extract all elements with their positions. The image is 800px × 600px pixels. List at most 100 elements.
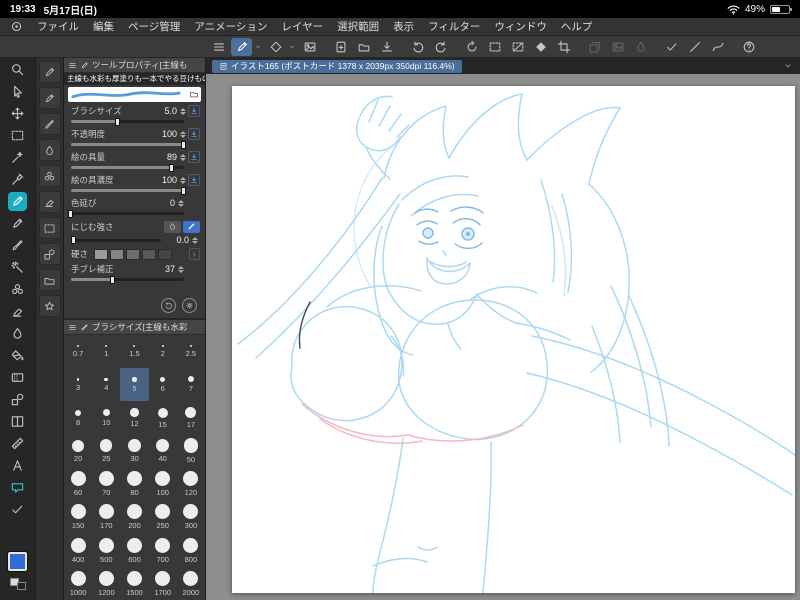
prop-slider-paint-density[interactable] [71,186,186,195]
fill-selection-button[interactable] [530,38,551,56]
brush-size-2000[interactable]: 2000 [177,567,205,600]
main-menu-button[interactable] [208,38,229,56]
brush-size-8[interactable]: 8 [64,401,92,434]
chevron-down-icon[interactable] [288,38,297,56]
new-canvas-button[interactable] [330,38,351,56]
prop-slider-brush-size[interactable] [71,117,184,126]
blur-off-toggle[interactable] [164,220,181,233]
brush-tool[interactable] [0,234,36,256]
prop-value[interactable]: 5.0 [153,106,177,116]
auto-select-tool[interactable] [0,146,36,168]
brush-size-1700[interactable]: 1700 [149,567,177,600]
brush-size-60[interactable]: 60 [64,468,92,501]
brush-size-4[interactable]: 4 [92,368,120,401]
eraser-tool[interactable] [0,300,36,322]
brush-size-250[interactable]: 250 [149,501,177,534]
undo-button[interactable] [407,38,428,56]
brush-size-200[interactable]: 200 [120,501,148,534]
brush-size-30[interactable]: 30 [120,434,148,467]
line-correct-button[interactable] [661,38,682,56]
prop-slider-paint-amount[interactable] [71,163,184,172]
menu-item-edit[interactable]: 編集 [93,19,114,34]
brush-size-7[interactable]: 7 [177,368,205,401]
balloon-tool[interactable] [0,476,36,498]
move-layer-tool[interactable] [0,102,36,124]
brush-size-5[interactable]: 5 [120,368,149,402]
menu-item-animation[interactable]: アニメーション [194,19,267,34]
menu-item-layer[interactable]: レイヤー [281,19,323,34]
prop-value[interactable]: 89 [153,152,177,162]
straight-line-button[interactable] [684,38,705,56]
main-color-swatch[interactable] [8,552,27,571]
brush-size-100[interactable]: 100 [149,468,177,501]
param-link-icon[interactable] [188,174,200,186]
menu-item-window[interactable]: ウィンドウ [494,19,547,34]
brush-size-700[interactable]: 700 [149,534,177,567]
canvas[interactable] [232,86,795,593]
stepper[interactable] [180,153,186,161]
param-link-icon[interactable] [188,128,200,140]
brush-size-600[interactable]: 600 [120,534,148,567]
subtool-select[interactable] [38,217,61,239]
brush-size-25[interactable]: 25 [92,434,120,467]
brush-size-20[interactable]: 20 [64,434,92,467]
brush-size-80[interactable]: 80 [120,468,148,501]
frame-border-tool[interactable] [0,410,36,432]
subtool-star[interactable] [38,295,61,317]
brush-size-400[interactable]: 400 [64,534,92,567]
stepper[interactable] [178,265,184,273]
zoom-tool[interactable] [0,58,36,80]
brush-tool-button[interactable] [231,37,252,56]
subtool-pen-a[interactable] [38,61,61,83]
brush-size-300[interactable]: 300 [177,501,205,534]
brush-size-12[interactable]: 12 [120,401,148,434]
hardness-1[interactable] [94,248,109,260]
subtool-watercolor[interactable] [38,139,61,161]
eyedropper-tool[interactable] [0,168,36,190]
brush-size-1.5[interactable]: 1.5 [120,335,148,368]
text-tool[interactable] [0,454,36,476]
stepper[interactable] [180,130,186,138]
ruler-tool[interactable] [0,432,36,454]
brush-size-2[interactable]: 2 [149,335,177,368]
menu-item-selection-range[interactable]: 選択範囲 [337,19,379,34]
reference-button[interactable] [299,38,320,56]
prop-value[interactable]: 37 [151,264,175,274]
menu-item-file[interactable]: ファイル [37,19,79,34]
brush-size-15[interactable]: 15 [149,401,177,434]
subtool-pattern[interactable] [38,165,61,187]
preset-folder-icon[interactable] [189,89,199,99]
redo-button[interactable] [430,38,451,56]
document-tab[interactable]: イラスト165 (ポストカード 1378 x 2039px 350dpi 116… [212,59,462,73]
subtool-detail-button[interactable] [182,298,197,313]
brush-size-6[interactable]: 6 [149,368,177,401]
panel-menu-icon[interactable] [68,61,77,70]
operation-tool[interactable] [0,80,36,102]
brush-size-500[interactable]: 500 [92,534,120,567]
brush-size-10[interactable]: 10 [92,401,120,434]
brush-size-2.5[interactable]: 2.5 [177,335,205,368]
pencil-tool[interactable] [0,212,36,234]
deselect-button[interactable] [507,38,528,56]
figure-tool[interactable] [0,388,36,410]
menu-item-filter[interactable]: フィルター [428,19,480,34]
subtool-brush[interactable] [38,113,61,135]
param-link-icon[interactable] [188,105,200,117]
subtool-figure[interactable] [38,243,61,265]
brush-size-800[interactable]: 800 [177,534,205,567]
menu-item-help[interactable]: ヘルプ [561,19,593,34]
hardness-5[interactable] [158,248,173,260]
fill-tool[interactable] [0,344,36,366]
brush-size-170[interactable]: 170 [92,501,120,534]
help-button[interactable] [738,38,759,56]
export-file-button[interactable] [376,38,397,56]
brush-size-120[interactable]: 120 [177,468,205,501]
brush-size-1000[interactable]: 1000 [64,567,92,600]
subtool-folder[interactable] [38,269,61,291]
blend-tool[interactable] [0,322,36,344]
stepper[interactable] [192,236,198,244]
param-link-icon[interactable] [188,151,200,163]
stepper[interactable] [180,176,186,184]
chevron-down-icon[interactable] [254,38,263,56]
blur-slider[interactable] [71,236,161,244]
